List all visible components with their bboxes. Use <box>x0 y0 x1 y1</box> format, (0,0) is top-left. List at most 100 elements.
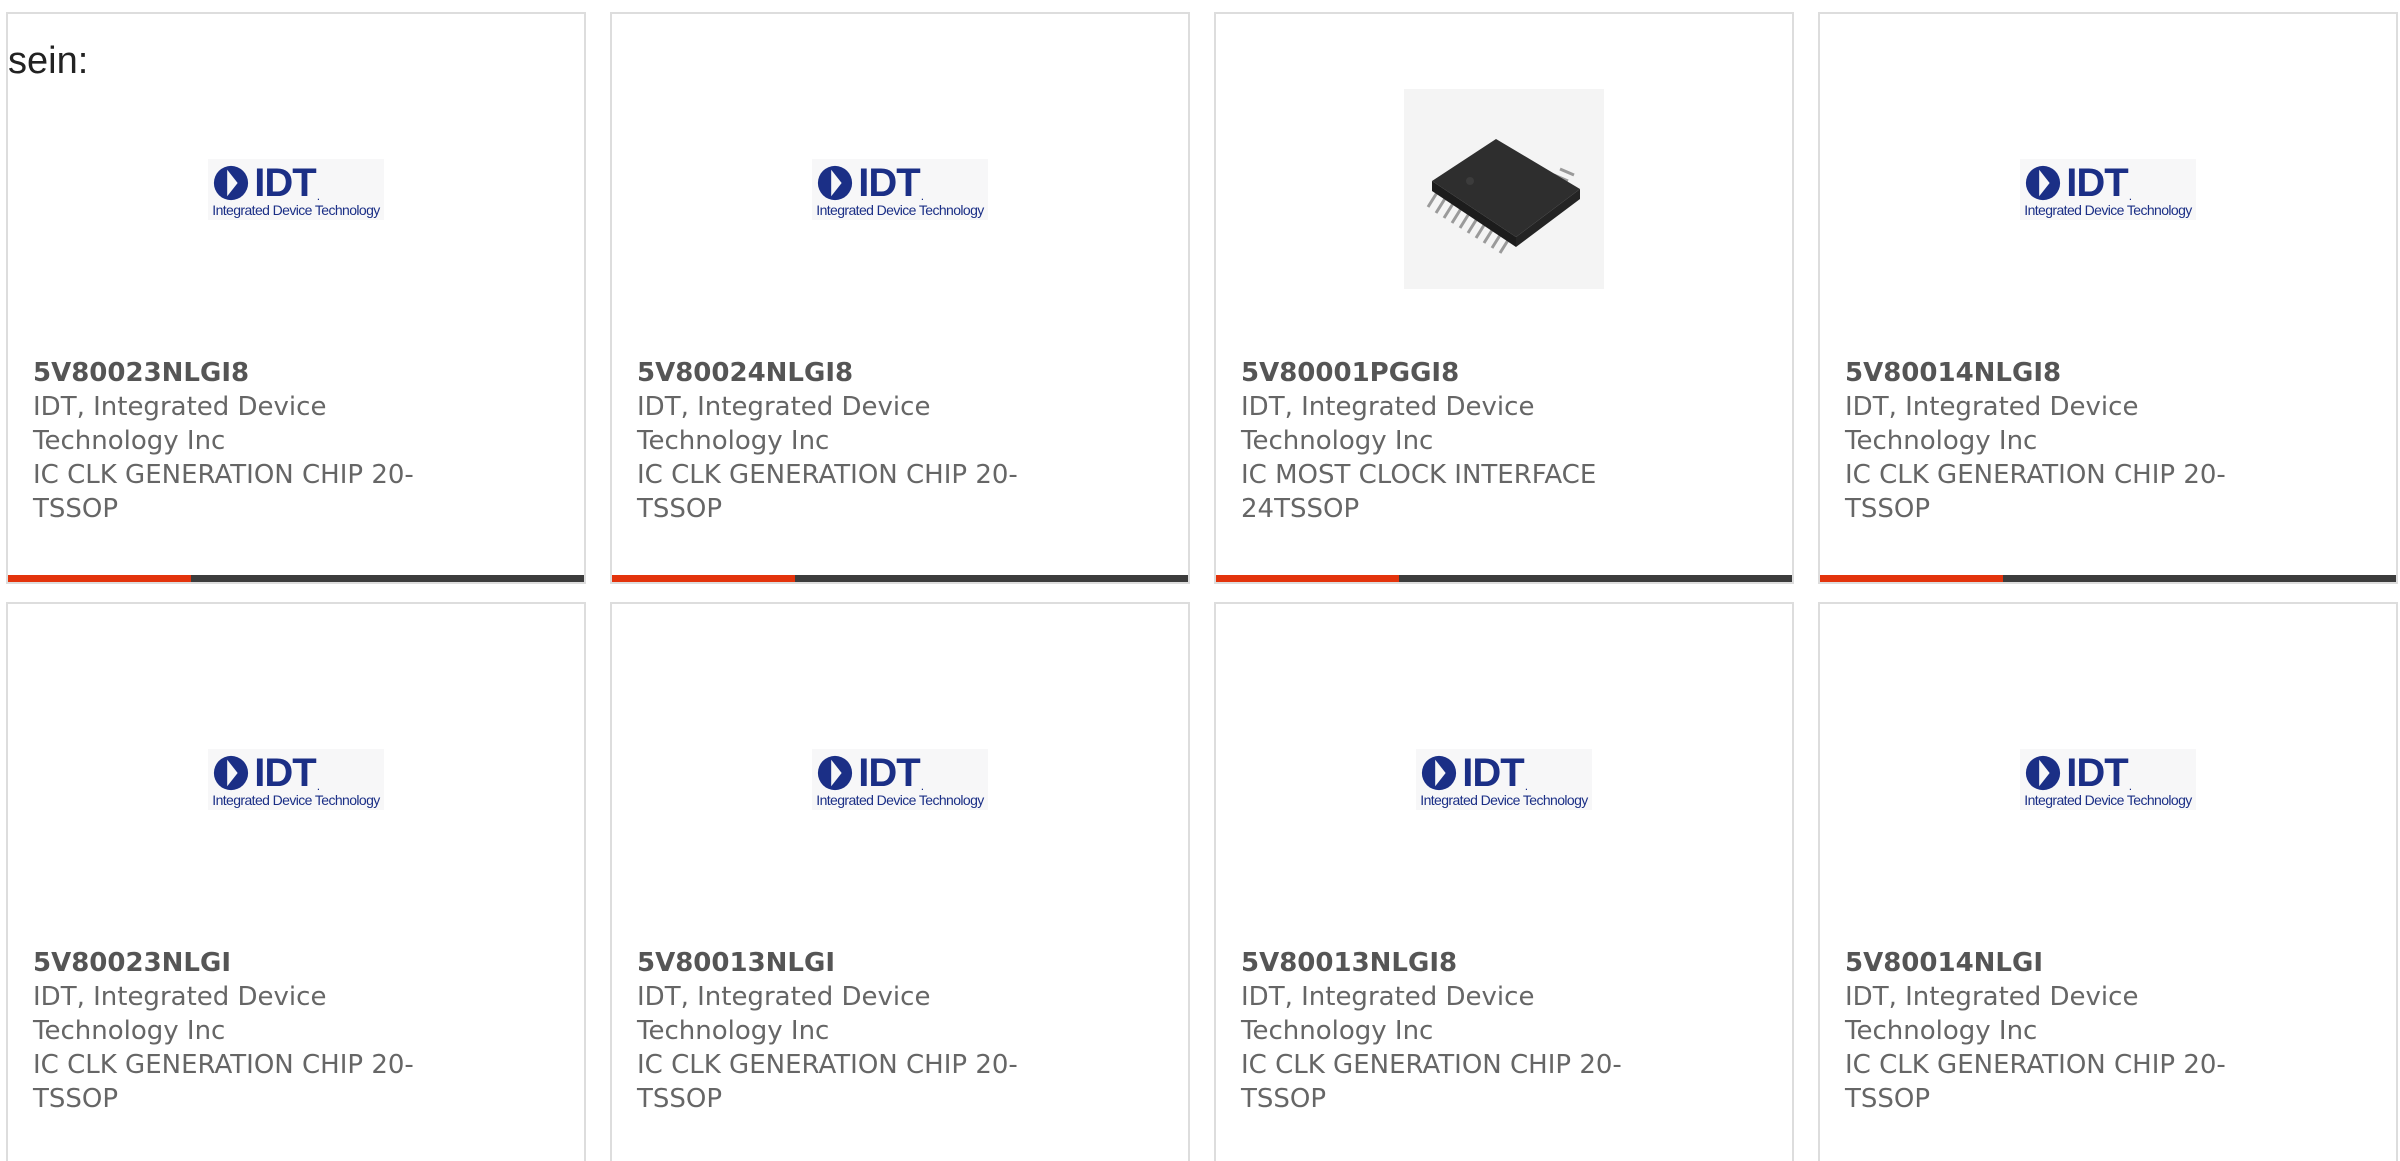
product-image[interactable]: IDT . Integrated Device Technology <box>1820 664 2396 894</box>
idt-logo-mark-icon <box>214 165 249 200</box>
description-line-1: IC CLK GENERATION CHIP 20- <box>1845 1050 2226 1080</box>
idt-logo: IDT . Integrated Device Technology <box>812 748 988 810</box>
logo-subtitle: Integrated Device Technology <box>212 791 380 808</box>
logo-dot: . <box>1524 778 1529 793</box>
manufacturer-line-1: IDT, Integrated Device <box>33 392 327 422</box>
description-line-1: IC CLK GENERATION CHIP 20- <box>637 1050 1018 1080</box>
manufacturer-line-1: IDT, Integrated Device <box>637 982 931 1012</box>
idt-logo-mark-icon <box>2026 755 2061 790</box>
part-number[interactable]: 5V80023NLGI <box>33 946 473 980</box>
description-line-2: TSSOP <box>1845 494 1931 524</box>
logo-dot: . <box>2128 188 2133 203</box>
idt-logo: IDT . Integrated Device Technology <box>2020 748 2196 810</box>
product-info: 5V80014NLGI8 IDT, Integrated Device Tech… <box>1845 356 2285 526</box>
product-card[interactable]: IDT . Integrated Device Technology 5V800… <box>1818 12 2398 584</box>
product-image[interactable]: IDT . Integrated Device Technology <box>612 664 1188 894</box>
logo-subtitle: Integrated Device Technology <box>2024 791 2192 808</box>
product-image[interactable]: IDT . Integrated Device Technology <box>8 664 584 894</box>
manufacturer-line-2: Technology Inc <box>33 426 226 456</box>
idt-logo-mark-icon <box>1422 755 1457 790</box>
manufacturer-line-2: Technology Inc <box>33 1016 226 1046</box>
product-info: 5V80023NLGI8 IDT, Integrated Device Tech… <box>33 356 473 526</box>
logo-subtitle: Integrated Device Technology <box>816 791 984 808</box>
idt-logo: IDT . Integrated Device Technology <box>812 158 988 220</box>
product-card[interactable]: 5V80001PGGI8 IDT, Integrated Device Tech… <box>1214 12 1794 584</box>
part-number[interactable]: 5V80013NLGI <box>637 946 1077 980</box>
logo-wordmark: IDT <box>2066 750 2128 795</box>
idt-logo-mark-icon <box>214 755 249 790</box>
logo-subtitle: Integrated Device Technology <box>1420 791 1588 808</box>
product-image[interactable] <box>1216 74 1792 304</box>
card-accent-highlight <box>8 575 191 582</box>
logo-subtitle: Integrated Device Technology <box>2024 201 2192 218</box>
product-image[interactable]: IDT . Integrated Device Technology <box>1820 74 2396 304</box>
product-card[interactable]: IDT . Integrated Device Technology 5V800… <box>1818 602 2398 1161</box>
product-image[interactable]: IDT . Integrated Device Technology <box>8 74 584 304</box>
idt-logo: IDT . Integrated Device Technology <box>1416 748 1592 810</box>
product-info: 5V80014NLGI IDT, Integrated Device Techn… <box>1845 946 2285 1116</box>
logo-wordmark: IDT <box>1462 750 1524 795</box>
card-accent-highlight <box>1216 575 1399 582</box>
manufacturer-line-1: IDT, Integrated Device <box>1241 982 1535 1012</box>
part-number[interactable]: 5V80014NLGI <box>1845 946 2285 980</box>
product-grid-page: sein: IDT . Integrated Device Technology… <box>0 0 2400 1161</box>
logo-dot: . <box>920 778 925 793</box>
logo-dot: . <box>920 188 925 203</box>
intro-text: sein: <box>8 40 89 82</box>
description-line-2: TSSOP <box>637 1084 723 1114</box>
card-accent-bar <box>612 575 1188 582</box>
manufacturer-line-1: IDT, Integrated Device <box>1241 392 1535 422</box>
product-info: 5V80024NLGI8 IDT, Integrated Device Tech… <box>637 356 1077 526</box>
card-accent-bar <box>8 575 584 582</box>
card-accent-bar <box>1216 575 1792 582</box>
idt-logo: IDT . Integrated Device Technology <box>2020 158 2196 220</box>
product-info: 5V80013NLGI8 IDT, Integrated Device Tech… <box>1241 946 1681 1116</box>
logo-wordmark: IDT <box>254 750 316 795</box>
manufacturer-line-1: IDT, Integrated Device <box>1845 982 2139 1012</box>
manufacturer-line-1: IDT, Integrated Device <box>637 392 931 422</box>
description-line-1: IC MOST CLOCK INTERFACE <box>1241 460 1597 490</box>
idt-logo-mark-icon <box>2026 165 2061 200</box>
description-line-2: TSSOP <box>1241 1084 1327 1114</box>
product-info: 5V80023NLGI IDT, Integrated Device Techn… <box>33 946 473 1116</box>
idt-logo: IDT . Integrated Device Technology <box>208 158 384 220</box>
product-image[interactable]: IDT . Integrated Device Technology <box>1216 664 1792 894</box>
part-number[interactable]: 5V80023NLGI8 <box>33 356 473 390</box>
card-accent-highlight <box>1820 575 2003 582</box>
part-number[interactable]: 5V80013NLGI8 <box>1241 946 1681 980</box>
description-line-2: 24TSSOP <box>1241 494 1360 524</box>
product-info: 5V80013NLGI IDT, Integrated Device Techn… <box>637 946 1077 1116</box>
logo-subtitle: Integrated Device Technology <box>816 201 984 218</box>
description-line-1: IC CLK GENERATION CHIP 20- <box>33 460 414 490</box>
description-line-2: TSSOP <box>33 1084 119 1114</box>
logo-wordmark: IDT <box>858 160 920 205</box>
manufacturer-line-2: Technology Inc <box>1241 1016 1434 1046</box>
logo-subtitle: Integrated Device Technology <box>212 201 380 218</box>
product-card[interactable]: IDT . Integrated Device Technology 5V800… <box>610 602 1190 1161</box>
product-card[interactable]: IDT . Integrated Device Technology 5V800… <box>6 12 586 584</box>
card-accent-bar <box>1820 575 2396 582</box>
product-card[interactable]: IDT . Integrated Device Technology 5V800… <box>1214 602 1794 1161</box>
manufacturer-line-2: Technology Inc <box>1845 1016 2038 1046</box>
manufacturer-line-2: Technology Inc <box>637 1016 830 1046</box>
manufacturer-line-2: Technology Inc <box>1845 426 2038 456</box>
description-line-1: IC CLK GENERATION CHIP 20- <box>1241 1050 1622 1080</box>
description-line-1: IC CLK GENERATION CHIP 20- <box>33 1050 414 1080</box>
manufacturer-line-1: IDT, Integrated Device <box>33 982 327 1012</box>
product-info: 5V80001PGGI8 IDT, Integrated Device Tech… <box>1241 356 1681 526</box>
description-line-1: IC CLK GENERATION CHIP 20- <box>1845 460 2226 490</box>
logo-wordmark: IDT <box>858 750 920 795</box>
product-card[interactable]: IDT . Integrated Device Technology 5V800… <box>610 12 1190 584</box>
part-number[interactable]: 5V80024NLGI8 <box>637 356 1077 390</box>
product-card[interactable]: IDT . Integrated Device Technology 5V800… <box>6 602 586 1161</box>
part-number[interactable]: 5V80001PGGI8 <box>1241 356 1681 390</box>
logo-dot: . <box>2128 778 2133 793</box>
idt-logo-mark-icon <box>818 165 853 200</box>
idt-logo-mark-icon <box>818 755 853 790</box>
product-grid: IDT . Integrated Device Technology 5V800… <box>6 12 2398 1161</box>
description-line-2: TSSOP <box>637 494 723 524</box>
part-number[interactable]: 5V80014NLGI8 <box>1845 356 2285 390</box>
idt-logo: IDT . Integrated Device Technology <box>208 748 384 810</box>
product-image[interactable]: IDT . Integrated Device Technology <box>612 74 1188 304</box>
logo-dot: . <box>316 778 321 793</box>
